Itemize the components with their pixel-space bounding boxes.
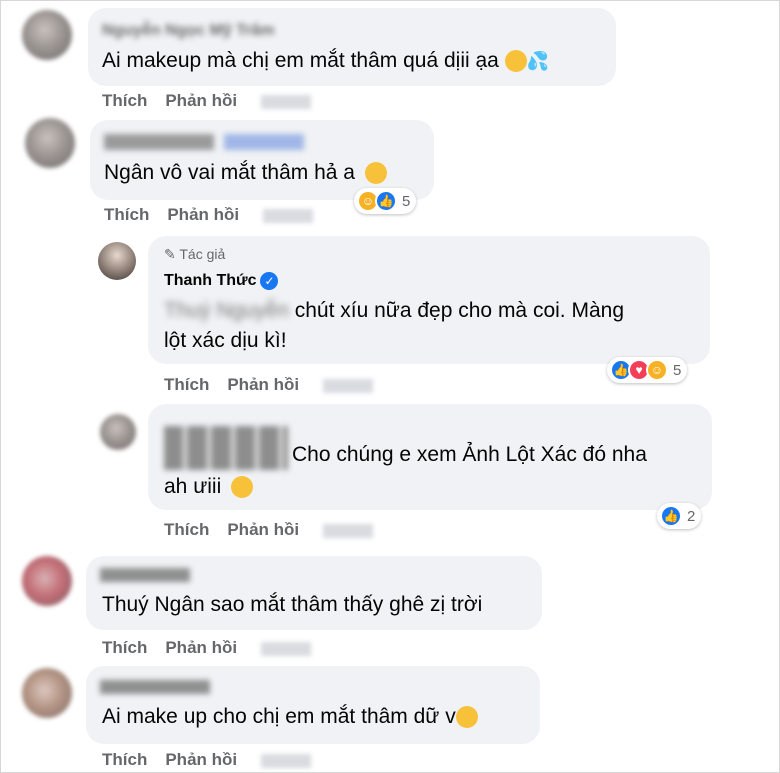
like-button[interactable]: Thích [164,375,209,394]
like-button[interactable]: Thích [102,750,147,769]
timestamp[interactable] [261,641,312,656]
commenter-name[interactable] [100,680,210,694]
comment-bubble: Cho chúng e xem Ảnh Lột Xác đó nha ah ưi… [148,404,712,510]
comment-text: Thuý Ngân sao mắt thâm thấy ghê zị trời [102,593,483,616]
comment-text-content: Ai makeup mà chị em mắt thâm quá dịii ạa [102,49,499,72]
timestamp[interactable] [263,208,314,223]
timestamp[interactable] [323,523,374,538]
commenter-name[interactable] [104,134,304,150]
author-tag-label: Tác giả [179,246,226,262]
reaction-count: 5 [673,361,682,379]
sweat-droplets-emoji-icon: 💦 [526,51,550,72]
comment-actions: Thích Phản hồi [164,520,391,540]
pencil-icon: ✎ [164,246,176,262]
comment-text-line1: Cho chúng e xem Ảnh Lột Xác đó nha [292,443,647,466]
verified-badge-icon: ✓ [260,272,279,290]
reaction-count: 2 [687,507,696,525]
like-reaction-icon: 👍 [660,505,682,527]
commenter-name[interactable]: Nguyễn Ngọc Mỹ Trâm [102,22,274,40]
reply-button[interactable]: Phản hồi [227,375,299,394]
comment-text-line2: lột xác dịu kì! [164,329,287,352]
comment-actions: Thích Phản hồi [102,638,329,658]
commenter-name[interactable] [100,568,190,582]
reaction-count: 5 [402,192,411,210]
timestamp[interactable] [323,378,374,393]
commenter-name-text: Thanh Thức [164,272,257,290]
care-reaction-icon: ☺ [646,359,668,381]
comment-text-content: Ngân vô vai mắt thâm hả a [104,161,355,184]
comment-bubble: ✎ Tác giả Thanh Thức ✓ Thuý Nguyễn chút x… [148,236,710,364]
avatar[interactable] [100,414,136,450]
mentioned-name[interactable]: Thuý Nguyễn [164,299,289,322]
reply-button[interactable]: Phản hồi [165,750,237,769]
author-tag: ✎ Tác giả [164,246,225,263]
avatar[interactable] [22,10,72,60]
comment-bubble: Ai make up cho chị em mắt thâm dữ v [86,666,540,744]
like-button[interactable]: Thích [102,638,147,657]
comment-text: Ai make up cho chị em mắt thâm dữ v [102,702,478,732]
author-avatar[interactable] [98,242,136,280]
timestamp[interactable] [261,94,312,109]
reply-button[interactable]: Phản hồi [167,205,239,224]
like-button[interactable]: Thích [164,520,209,539]
comment-text: Ngân vô vai mắt thâm hả a [104,158,387,188]
comment-text: Cho chúng e xem Ảnh Lột Xác đó nha [292,440,647,470]
grimacing-emoji-icon [455,706,478,729]
like-button[interactable]: Thích [104,205,149,224]
comment-text: ah ưiii [164,472,254,502]
comment-actions: Thích Phản hồi [102,750,329,770]
comment-actions: Thích Phản hồi [164,375,391,395]
grinning-sweat-emoji-icon [364,162,387,185]
reply-button[interactable]: Phản hồi [227,520,299,539]
laughing-tears-emoji-icon [504,50,527,73]
commenter-name-blurred[interactable] [164,426,288,470]
reaction-summary[interactable]: 👍 2 [657,503,702,529]
reply-button[interactable]: Phản hồi [165,91,237,110]
comment-text-content: Ai make up cho chị em mắt thâm dữ v [102,705,456,728]
reply-button[interactable]: Phản hồi [165,638,237,657]
comment-text-line2: ah ưiii [164,475,222,498]
like-reaction-icon: 👍 [375,190,397,212]
comment-text-line1: chút xíu nữa đẹp cho mà coi. Màng [294,299,624,322]
comment-text: Thuý Nguyễn chút xíu nữa đẹp cho mà coi.… [164,296,624,356]
avatar[interactable] [25,118,75,168]
comment-text: Ai makeup mà chị em mắt thâm quá dịii ạa… [102,46,549,76]
comment-bubble: Nguyễn Ngọc Mỹ Trâm Ai makeup mà chị em … [88,8,616,86]
commenter-name[interactable]: Thanh Thức ✓ [164,272,279,290]
comment-actions: Thích Phản hồi [102,91,329,111]
avatar[interactable] [22,668,72,718]
avatar[interactable] [22,556,72,606]
reaction-summary[interactable]: 👍 ♥ ☺ 5 [607,357,688,383]
timestamp[interactable] [261,753,312,768]
comment-actions: Thích Phản hồi [104,205,331,225]
reaction-summary[interactable]: ☺ 👍 5 [354,188,417,214]
like-button[interactable]: Thích [102,91,147,110]
comment-bubble: Thuý Ngân sao mắt thâm thấy ghê zị trời [86,556,542,630]
smiling-emoji-icon [231,476,254,499]
